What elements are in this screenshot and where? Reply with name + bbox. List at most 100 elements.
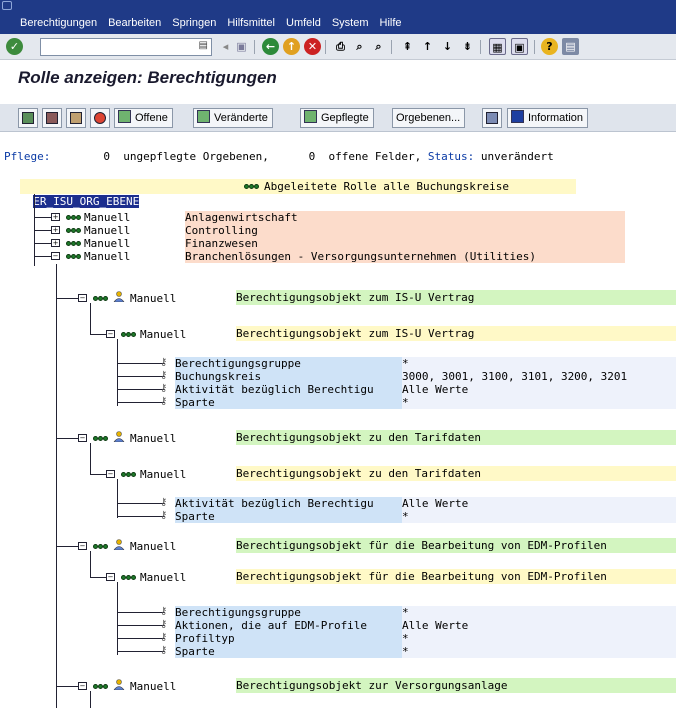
trouble-button[interactable] xyxy=(90,108,110,128)
collapse-icon[interactable]: − xyxy=(106,573,115,581)
print-icon[interactable]: ⎙ xyxy=(332,38,349,55)
menu-hilfe[interactable]: Hilfe xyxy=(380,17,402,29)
menu-system[interactable]: System xyxy=(332,17,369,29)
field-name[interactable]: Sparte xyxy=(175,510,402,523)
tree-node-finanzwesen[interactable]: Finanzwesen xyxy=(185,237,625,250)
expand-icon[interactable]: + xyxy=(51,239,60,247)
changed-label: Veränderte xyxy=(214,112,268,124)
expand-all-button[interactable] xyxy=(18,108,38,128)
field-name[interactable]: Sparte xyxy=(175,396,402,409)
collapse-icon[interactable]: − xyxy=(106,470,115,478)
create-session-icon[interactable]: ▦ xyxy=(489,38,506,55)
field-value[interactable]: * xyxy=(402,396,676,409)
traffic-light-icon xyxy=(66,240,81,247)
sub-object-tarifdaten[interactable]: Berechtigungsobjekt zu den Tarifdaten xyxy=(236,466,676,481)
field-icon: ⚷ xyxy=(160,632,168,643)
menu-bearbeiten[interactable]: Bearbeiten xyxy=(108,17,161,29)
command-history-icon[interactable]: ▤ xyxy=(199,40,208,51)
changed-button[interactable]: Veränderte xyxy=(193,108,273,128)
field-value[interactable]: * xyxy=(402,632,676,645)
field-name[interactable]: Sparte xyxy=(175,645,402,658)
maintained-button[interactable]: Gepflegte xyxy=(300,108,374,128)
field-icon: ⚷ xyxy=(160,357,168,368)
sub-object-edm-profile[interactable]: Berechtigungsobjekt für die Bearbeitung … xyxy=(236,569,676,584)
next-page-icon[interactable]: ↓ xyxy=(439,38,456,55)
first-page-icon[interactable]: ⇞ xyxy=(399,38,416,55)
person-icon xyxy=(113,431,125,443)
object-vertrag[interactable]: Berechtigungsobjekt zum IS-U Vertrag xyxy=(236,290,676,305)
sub-object-vertrag[interactable]: Berechtigungsobjekt zum IS-U Vertrag xyxy=(236,326,676,341)
back-icon[interactable]: ← xyxy=(262,38,279,55)
collapse-icon[interactable]: − xyxy=(51,252,60,260)
save-icon[interactable]: ▣ xyxy=(233,38,250,55)
traffic-light-icon xyxy=(121,331,136,338)
field-name[interactable]: Buchungskreis xyxy=(175,370,402,383)
find-icon[interactable]: ⌕ xyxy=(351,38,368,55)
field-value[interactable]: * xyxy=(402,606,676,619)
technical-names-button[interactable] xyxy=(66,108,86,128)
collapse-icon[interactable]: − xyxy=(78,542,87,550)
field-value[interactable]: Alle Werte xyxy=(402,383,676,396)
traffic-light-icon xyxy=(244,183,259,190)
information-button[interactable]: Information xyxy=(507,108,589,128)
title-bar: Rolle anzeigen: Berechtigungen xyxy=(0,62,676,102)
tree-node-anlagenwirtschaft[interactable]: Anlagenwirtschaft xyxy=(185,211,625,224)
field-value[interactable]: 3000, 3001, 3100, 3101, 3200, 3201 xyxy=(402,370,676,383)
collapse-icon[interactable]: − xyxy=(78,682,87,690)
object-type: Manuell xyxy=(130,540,177,553)
field-name[interactable]: Aktionen, die auf EDM-Profile xyxy=(175,619,402,632)
object-tarifdaten[interactable]: Berechtigungsobjekt zu den Tarifdaten xyxy=(236,430,676,445)
last-page-icon[interactable]: ⇟ xyxy=(459,38,476,55)
expand-icon[interactable]: + xyxy=(51,226,60,234)
menu-springen[interactable]: Springen xyxy=(172,17,216,29)
system-icon[interactable] xyxy=(2,1,12,10)
previous-page-icon[interactable]: ↑ xyxy=(419,38,436,55)
traffic-light-icon xyxy=(121,574,136,581)
find-next-icon[interactable]: ⌕ xyxy=(370,38,387,55)
field-icon: ⚷ xyxy=(160,396,168,407)
sub-object-type: Manuell xyxy=(140,571,187,584)
object-edm-profile[interactable]: Berechtigungsobjekt für die Bearbeitung … xyxy=(236,538,676,553)
object-type: Manuell xyxy=(130,432,177,445)
layout-menu-icon[interactable]: ▤ xyxy=(562,38,579,55)
menu-hilfsmittel[interactable]: Hilfsmittel xyxy=(227,17,275,29)
collapse-icon[interactable]: − xyxy=(78,294,87,302)
field-value[interactable]: Alle Werte xyxy=(402,497,676,510)
tree-node-controlling[interactable]: Controlling xyxy=(185,224,625,237)
field-name[interactable]: Berechtigungsgruppe xyxy=(175,606,402,619)
field-icon: ⚷ xyxy=(160,497,168,508)
collapse-button[interactable] xyxy=(42,108,62,128)
exit-icon[interactable]: ↑ xyxy=(283,38,300,55)
tree-node-type: Manuell xyxy=(84,250,131,263)
object-type: Manuell xyxy=(130,680,177,693)
object-versorgungsanlage[interactable]: Berechtigungsobjekt zur Versorgungsanlag… xyxy=(236,678,676,693)
field-value[interactable]: * xyxy=(402,510,676,523)
traffic-light-icon xyxy=(66,227,81,234)
collapse-icon[interactable]: − xyxy=(78,434,87,442)
org-levels-button[interactable]: Orgebenen... xyxy=(392,108,466,128)
field-name[interactable]: Aktivität bezüglich Berechtigu xyxy=(175,383,402,396)
field-name[interactable]: Profiltyp xyxy=(175,632,402,645)
back-arrow-icon[interactable]: ◂ xyxy=(217,38,234,55)
field-value[interactable]: * xyxy=(402,645,676,658)
shortcut-icon[interactable]: ▣ xyxy=(511,38,528,55)
menu-berechtigungen[interactable]: Berechtigungen xyxy=(20,17,97,29)
collapse-icon[interactable]: − xyxy=(106,330,115,338)
field-name[interactable]: Berechtigungsgruppe xyxy=(175,357,402,370)
traffic-light-icon xyxy=(93,683,108,690)
field-name[interactable]: Aktivität bezüglich Berechtigu xyxy=(175,497,402,510)
enter-icon[interactable]: ✓ xyxy=(6,38,23,55)
expand-icon[interactable]: + xyxy=(51,213,60,221)
legend-button[interactable] xyxy=(482,108,502,128)
command-field[interactable]: ▤ xyxy=(40,38,212,56)
open-label: Offene xyxy=(135,112,168,124)
open-button[interactable]: Offene xyxy=(114,108,173,128)
field-value[interactable]: Alle Werte xyxy=(402,619,676,632)
menu-umfeld[interactable]: Umfeld xyxy=(286,17,321,29)
person-icon xyxy=(113,539,125,551)
field-value[interactable]: * xyxy=(402,357,676,370)
tree-node-branchenloesungen[interactable]: Branchenlösungen - Versorgungsunternehme… xyxy=(185,250,625,263)
cancel-icon[interactable]: ✕ xyxy=(304,38,321,55)
traffic-light-icon xyxy=(121,471,136,478)
help-icon[interactable]: ? xyxy=(541,38,558,55)
